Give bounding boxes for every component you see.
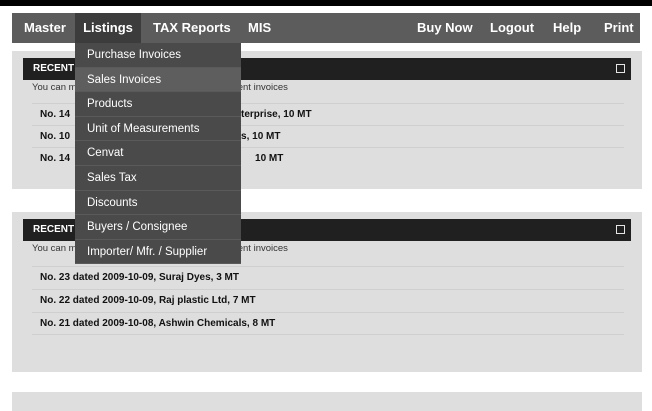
menu-item-sales-invoices[interactable]: Sales Invoices	[75, 67, 241, 93]
nav-mis[interactable]: MIS	[248, 13, 271, 43]
nav-listings[interactable]: Listings	[75, 13, 141, 43]
menu-item-cenvat[interactable]: Cenvat	[75, 141, 241, 166]
listings-dropdown-menu: Purchase Invoices Sales Invoices Product…	[75, 43, 241, 265]
invoice-row[interactable]: No. 22 dated 2009-10-09, Raj plastic Ltd…	[32, 289, 624, 311]
nav-master[interactable]: Master	[24, 13, 66, 43]
menu-item-buyers-consignee[interactable]: Buyers / Consignee	[75, 215, 241, 240]
panel-partial	[12, 392, 642, 411]
toggle-icon[interactable]	[616, 225, 625, 234]
nav-buy-now[interactable]: Buy Now	[417, 13, 473, 43]
nav-help[interactable]: Help	[553, 13, 581, 43]
menu-item-discounts[interactable]: Discounts	[75, 190, 241, 216]
menu-item-importer-mfr-supplier[interactable]: Importer/ Mfr. / Supplier	[75, 239, 241, 265]
invoice-row[interactable]: No. 21 dated 2009-10-08, Ashwin Chemical…	[32, 312, 624, 334]
toggle-icon[interactable]	[616, 64, 625, 73]
nav-logout[interactable]: Logout	[490, 13, 534, 43]
menu-item-sales-tax[interactable]: Sales Tax	[75, 165, 241, 191]
invoice-row[interactable]: No. 23 dated 2009-10-09, Suraj Dyes, 3 M…	[32, 266, 624, 288]
main-navbar: Master Listings TAX Reports MIS Buy Now …	[12, 13, 640, 43]
menu-item-products[interactable]: Products	[75, 92, 241, 117]
top-border	[0, 0, 652, 6]
menu-item-purchase-invoices[interactable]: Purchase Invoices	[75, 43, 241, 68]
nav-tax-reports[interactable]: TAX Reports	[153, 13, 231, 43]
nav-print[interactable]: Print	[604, 13, 634, 43]
panel-title: RECENT I	[33, 63, 80, 74]
divider	[32, 334, 624, 335]
menu-item-unit-of-measurements[interactable]: Unit of Measurements	[75, 116, 241, 142]
